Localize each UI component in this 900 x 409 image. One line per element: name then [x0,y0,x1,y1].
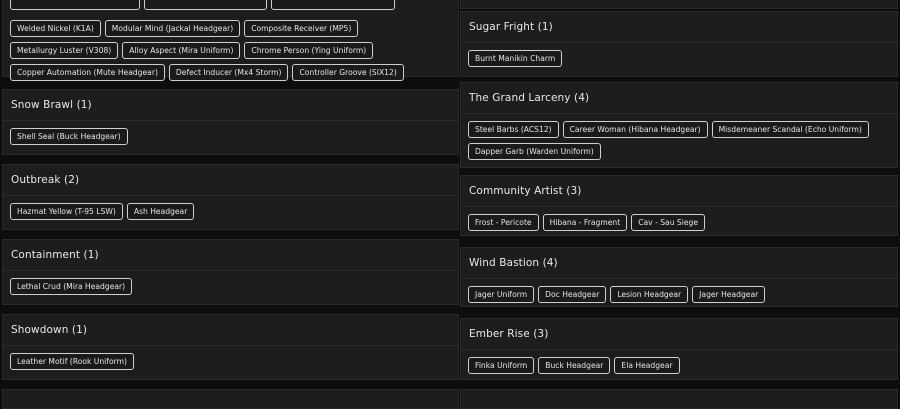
tag-chip[interactable] [271,0,395,10]
collection-title: Ember Rise (3) [461,319,897,350]
collection-panel-top: Welded Nickel (K1A) Modular Mind (Jackal… [2,0,459,81]
collection-panel: Community Artist (3) Frost - Pericote Hi… [460,175,898,236]
tag-list: Shell Seal (Buck Headgear) [3,121,458,151]
tag-chip[interactable]: Controller Groove (SIX12) [292,64,404,81]
tag-chip[interactable]: Hibana - Fragment [542,214,628,231]
tag-chip[interactable]: Frost - Pericote [468,214,539,231]
tag-chip[interactable]: Ela Headgear [614,357,680,374]
tag-chip[interactable]: Modular Mind (Jackal Headgear) [104,20,241,37]
tag-chip[interactable]: Burnt Manikin Charm [468,50,563,67]
tag-chip[interactable]: Ash Headgear [126,203,195,220]
tag-chip[interactable]: Shell Seal (Buck Headgear) [10,128,128,145]
tag-chip[interactable]: Metallurgy Luster (V308) [10,42,119,59]
tag-chip[interactable]: Welded Nickel (K1A) [10,20,101,37]
tag-list: Leather Motif (Rook Uniform) [3,346,458,376]
tag-chip[interactable]: Chrome Person (Ying Uniform) [244,42,374,59]
tag-chip[interactable] [144,0,267,10]
collection-panel: Showdown (1) Leather Motif (Rook Uniform… [2,314,459,380]
collection-panel: Containment (1) Lethal Crud (Mira Headge… [2,239,459,305]
collection-panel-partial [2,389,459,409]
tag-list: Steel Barbs (ACS12) Career Woman (Hibana… [461,114,897,166]
tag-chip[interactable]: Cav - Sau Siege [631,214,706,231]
collection-title: Sugar Fright (1) [461,12,897,43]
tag-list: Jager Uniform Doc Headgear Lesion Headge… [461,279,897,309]
collection-panel-partial [460,389,898,409]
collection-panel-partial [460,0,898,9]
tag-chip[interactable]: Alloy Aspect (Mira Uniform) [122,42,241,59]
tag-chip[interactable]: Doc Headgear [538,286,607,303]
tag-chip[interactable]: Composite Receiver (MP5) [244,20,359,37]
collection-title: Snow Brawl (1) [3,90,458,121]
collection-title: Containment (1) [3,240,458,271]
tag-list: Frost - Pericote Hibana - Fragment Cav -… [461,207,897,237]
tag-list: Hazmat Yellow (T-95 LSW) Ash Headgear [3,196,458,226]
tag-chip[interactable]: Jager Headgear [692,286,766,303]
collection-panel: Sugar Fright (1) Burnt Manikin Charm [460,11,898,77]
tag-chip[interactable]: Copper Automation (Mute Headgear) [10,64,165,81]
collection-title: Community Artist (3) [461,176,897,207]
tag-chip[interactable]: Jager Uniform [468,286,535,303]
collection-title: Wind Bastion (4) [461,248,897,279]
tag-chip[interactable]: Lethal Crud (Mira Headgear) [10,278,133,295]
collection-title: The Grand Larceny (4) [461,83,897,114]
tag-chip[interactable]: Hazmat Yellow (T-95 LSW) [10,203,123,220]
collection-panel: Wind Bastion (4) Jager Uniform Doc Headg… [460,247,898,307]
tag-chip[interactable] [10,0,140,10]
collection-panel: The Grand Larceny (4) Steel Barbs (ACS12… [460,82,898,168]
tag-list: Lethal Crud (Mira Headgear) [3,271,458,301]
collection-title: Showdown (1) [3,315,458,346]
tag-chip[interactable]: Dapper Garb (Warden Uniform) [468,143,601,160]
tag-chip[interactable]: Finka Uniform [468,357,535,374]
tag-list: Burnt Manikin Charm [461,43,897,73]
tag-chip[interactable]: Defect Inducer (Mx4 Storm) [168,64,289,81]
tag-list: Welded Nickel (K1A) Modular Mind (Jackal… [3,0,458,87]
tag-chip[interactable]: Career Woman (Hibana Headgear) [562,121,708,138]
tag-chip[interactable]: Leather Motif (Rook Uniform) [10,353,134,370]
tag-chip[interactable]: Lesion Headgear [610,286,689,303]
collection-title: Outbreak (2) [3,165,458,196]
collection-panel: Ember Rise (3) Finka Uniform Buck Headge… [460,318,898,380]
tag-chip[interactable]: Steel Barbs (ACS12) [468,121,559,138]
tag-chip[interactable]: Misdemeaner Scandal (Echo Uniform) [711,121,869,138]
tag-list: Finka Uniform Buck Headgear Ela Headgear [461,350,897,380]
tag-chip[interactable]: Buck Headgear [538,357,611,374]
collection-panel: Snow Brawl (1) Shell Seal (Buck Headgear… [2,89,459,155]
collection-panel: Outbreak (2) Hazmat Yellow (T-95 LSW) As… [2,164,459,230]
